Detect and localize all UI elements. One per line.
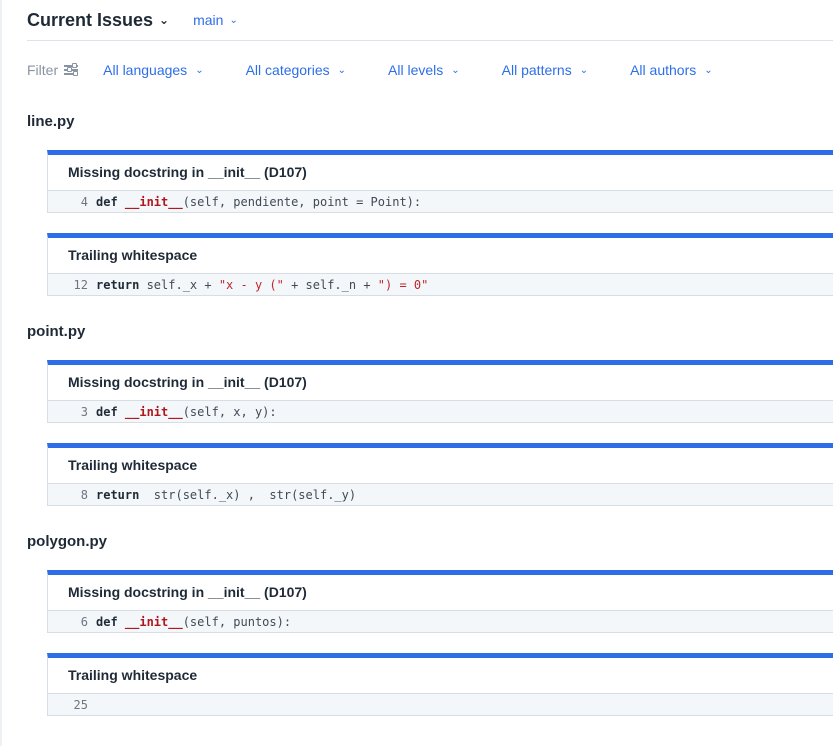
code-line: 25 [48,694,833,715]
languages-dropdown-label: All languages [103,62,188,78]
filter-toggle[interactable]: Filter [27,62,79,78]
patterns-dropdown-label: All patterns [501,62,572,78]
code-snippet: return self._x + "x - y (" + self._n + "… [96,277,429,292]
chevron-down-icon: ⌄ [159,13,170,27]
line-number: 6 [80,614,88,629]
issue-card[interactable]: Trailing whitespace 12 return self._x + … [47,233,833,296]
chevron-down-icon: ⌄ [579,64,589,76]
issue-card[interactable]: Missing docstring in __init__ (D107) 6 d… [47,570,833,633]
chevron-down-icon: ⌄ [229,14,238,26]
code-snippet: return str(self._x) , str(self._y) [96,487,357,502]
issue-title[interactable]: Missing docstring in __init__ (D107) [48,575,833,611]
chevron-down-icon: ⌄ [195,64,204,76]
issue-card[interactable]: Trailing whitespace 25 [47,653,833,716]
issue-title[interactable]: Trailing whitespace [48,238,833,274]
filter-label: Filter [27,62,59,78]
issue-card[interactable]: Missing docstring in __init__ (D107) 3 d… [47,360,833,423]
file-title[interactable]: point.py [27,317,833,347]
levels-dropdown-label: All levels [388,62,444,78]
line-number: 3 [80,404,88,419]
issue-title[interactable]: Missing docstring in __init__ (D107) [48,365,833,401]
line-number: 12 [73,277,88,292]
file-section-line-py: line.py Missing docstring in __init__ (D… [27,107,833,296]
line-number: 25 [73,697,88,712]
header: Current Issues ⌄ main ⌄ [27,0,833,41]
file-section-polygon-py: polygon.py Missing docstring in __init__… [27,527,833,716]
branch-label: main [193,12,224,28]
patterns-dropdown[interactable]: All patterns ⌄ [502,62,588,78]
levels-dropdown[interactable]: All levels ⌄ [388,62,460,78]
issue-title[interactable]: Trailing whitespace [48,448,833,484]
sliders-icon [64,63,79,76]
issues-page: Current Issues ⌄ main ⌄ Filter All langu… [27,0,833,716]
file-section-point-py: point.py Missing docstring in __init__ (… [27,317,833,506]
chevron-down-icon: ⌄ [451,64,460,76]
chevron-down-icon: ⌄ [337,64,347,76]
page-title: Current Issues [27,9,154,30]
code-line: 3 def __init__(self, x, y): [48,401,833,422]
categories-dropdown-label: All categories [245,62,330,78]
left-rule [0,0,2,746]
line-number: 4 [80,194,88,209]
code-line: 6 def __init__(self, puntos): [48,611,833,632]
code-snippet: def __init__(self, x, y): [96,404,277,419]
page-title-dropdown[interactable]: Current Issues ⌄ [27,10,169,31]
filter-bar: Filter All languages ⌄ All categories ⌄ … [27,41,833,99]
branch-selector[interactable]: main ⌄ [193,12,238,28]
issue-title[interactable]: Missing docstring in __init__ (D107) [48,155,833,191]
categories-dropdown[interactable]: All categories ⌄ [246,62,346,78]
code-line: 4 def __init__(self, pendiente, point = … [48,191,833,212]
issue-title[interactable]: Trailing whitespace [48,658,833,694]
file-title[interactable]: polygon.py [27,527,833,557]
languages-dropdown[interactable]: All languages ⌄ [103,62,203,78]
authors-dropdown[interactable]: All authors ⌄ [630,62,713,78]
authors-dropdown-label: All authors [630,62,697,78]
issue-card[interactable]: Trailing whitespace 8 return str(self._x… [47,443,833,506]
line-number: 8 [80,487,88,502]
code-snippet: def __init__(self, puntos): [96,614,292,629]
issue-card[interactable]: Missing docstring in __init__ (D107) 4 d… [47,150,833,213]
code-snippet: def __init__(self, pendiente, point = Po… [96,194,422,209]
chevron-down-icon: ⌄ [704,64,713,76]
file-title[interactable]: line.py [27,107,833,137]
code-line: 12 return self._x + "x - y (" + self._n … [48,274,833,295]
code-line: 8 return str(self._x) , str(self._y) [48,484,833,505]
